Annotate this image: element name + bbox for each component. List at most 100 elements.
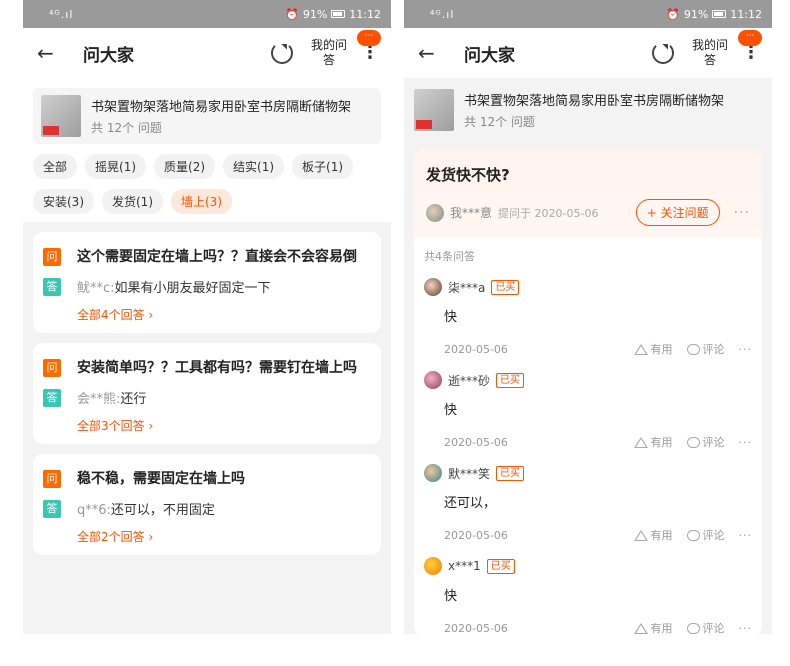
answer-user: 逝***砂	[448, 373, 491, 388]
comment-button[interactable]: 评论	[686, 341, 725, 357]
asker-avatar	[426, 203, 444, 222]
question-count: 共 12个 问题	[464, 115, 535, 129]
useful-button[interactable]: 有用	[633, 341, 673, 357]
tag-install[interactable]: 安装(3)	[33, 189, 94, 214]
question-detail: 发货快不快? 我***意 提问于 2020-05-06 + 关注问题 ···	[414, 148, 762, 238]
question-text: 稳不稳，需要固定在墙上吗	[77, 471, 245, 487]
answer-preview: 鱿**c:如果有小朋友最好固定一下	[77, 277, 271, 296]
answer-date: 2020-05-06	[444, 621, 508, 635]
useful-label: 有用	[650, 529, 673, 542]
user-avatar[interactable]	[424, 464, 442, 482]
comment-icon	[686, 343, 700, 355]
useful-button[interactable]: 有用	[633, 527, 673, 543]
signal-icon: ⁴ᴳ.ıl	[49, 7, 74, 21]
more-options-icon[interactable]: ···	[739, 622, 753, 635]
my-qa-button[interactable]: 我的问答	[311, 38, 347, 68]
answer-date: 2020-05-06	[444, 342, 508, 356]
tag-shipping[interactable]: 发货(1)	[102, 189, 163, 214]
page-title: 问大家	[464, 45, 515, 66]
tag-sturdy[interactable]: 结实(1)	[223, 154, 285, 179]
more-options-icon[interactable]: ···	[734, 205, 750, 221]
useful-label: 有用	[650, 622, 673, 634]
user-avatar[interactable]	[424, 557, 442, 575]
more-menu-icon[interactable]: ⋮	[361, 44, 379, 62]
product-header[interactable]: 书架置物架落地简易家用卧室书房隔断储物架 共 12个 问题	[23, 78, 391, 154]
clock: 11:12	[730, 7, 762, 21]
thumbs-up-icon	[633, 622, 648, 634]
useful-label: 有用	[650, 343, 673, 356]
question-card[interactable]: 问 这个需要固定在墙上吗？？直接会不会容易倒 答 鱿**c:如果有小朋友最好固定…	[33, 232, 381, 333]
more-options-icon[interactable]: ···	[739, 343, 753, 356]
product-card[interactable]: 书架置物架落地简易家用卧室书房隔断储物架 共 12个 问题	[404, 82, 772, 138]
product-name: 书架置物架落地简易家用卧室书房隔断储物架	[464, 94, 725, 109]
refresh-icon[interactable]	[271, 42, 293, 64]
bought-badge: 已买	[491, 279, 520, 295]
question-icon: 问	[43, 470, 61, 488]
thumbs-up-icon	[633, 343, 648, 355]
app-bar: ← 问大家 我的问答 ⋮ ···	[23, 28, 391, 78]
user-avatar[interactable]	[424, 278, 442, 296]
tag-shake[interactable]: 摇晃(1)	[85, 154, 147, 179]
back-arrow-icon[interactable]: ←	[418, 41, 446, 65]
answer-item: 默***笑 已买 还可以， 2020-05-06 有用 评论 ···	[424, 464, 752, 543]
comment-button[interactable]: 评论	[686, 434, 725, 450]
battery-percent: 91%	[683, 7, 709, 21]
product-name: 书架置物架落地简易家用卧室书房隔断储物架	[91, 100, 352, 115]
tag-board[interactable]: 板子(1)	[292, 154, 354, 179]
product-thumbnail	[41, 95, 81, 137]
comment-label: 评论	[702, 436, 725, 449]
notification-badge: ···	[357, 30, 381, 46]
comment-button[interactable]: 评论	[686, 527, 725, 543]
comment-button[interactable]: 评论	[686, 620, 725, 634]
answer-item: x***1 已买 快 2020-05-06 有用 评论 ···	[424, 557, 752, 634]
follow-question-button[interactable]: + 关注问题	[635, 199, 720, 226]
signal-icon: ⁴ᴳ.ıl	[430, 7, 455, 21]
useful-button[interactable]: 有用	[633, 434, 673, 450]
comment-icon	[686, 529, 700, 541]
answer-icon: 答	[43, 277, 61, 296]
answer-preview: q**6:还可以，不用固定	[77, 499, 215, 518]
page-title: 问大家	[83, 45, 134, 66]
clock: 11:12	[349, 7, 381, 21]
tag-all[interactable]: 全部	[33, 154, 78, 179]
question-card[interactable]: 问 稳不稳，需要固定在墙上吗 答 q**6:还可以，不用固定 全部2个回答 ›	[33, 454, 381, 555]
back-arrow-icon[interactable]: ←	[37, 41, 65, 65]
question-icon: 问	[43, 248, 61, 266]
my-qa-button[interactable]: 我的问答	[692, 38, 728, 68]
question-card[interactable]: 问 安装简单吗？？工具都有吗？需要钉在墙上吗 答 会**熊:还行 全部3个回答 …	[33, 343, 381, 444]
useful-button[interactable]: 有用	[633, 620, 673, 634]
answer-item: 柒***a 已买 快 2020-05-06 有用 评论 ···	[424, 278, 752, 357]
alarm-icon: ⏰	[666, 7, 680, 21]
status-bar: ⁴ᴳ.ıl ⏰ 91% 11:12	[23, 0, 391, 28]
answer-text: 还可以，	[444, 496, 497, 511]
comment-icon	[686, 436, 700, 448]
bought-badge: 已买	[496, 465, 525, 481]
question-text: 这个需要固定在墙上吗？？直接会不会容易倒	[77, 249, 357, 265]
all-answers-link[interactable]: 全部3个回答 ›	[77, 417, 371, 434]
tag-quality[interactable]: 质量(2)	[154, 154, 216, 179]
more-menu-icon[interactable]: ⋮	[742, 44, 760, 62]
tag-wall[interactable]: 墙上(3)	[171, 189, 232, 214]
product-header[interactable]: 书架置物架落地简易家用卧室书房隔断储物架 共 12个 问题	[404, 78, 772, 138]
refresh-icon[interactable]	[652, 42, 674, 64]
product-card[interactable]: 书架置物架落地简易家用卧室书房隔断储物架 共 12个 问题	[33, 88, 381, 144]
app-bar: ← 问大家 我的问答 ⋮ ···	[404, 28, 772, 78]
answer-user: x***1	[448, 559, 481, 573]
answer-icon: 答	[43, 388, 61, 407]
answer-text: 如果有小朋友最好固定一下	[114, 281, 271, 296]
answer-user: 鱿**c:	[77, 281, 115, 296]
more-options-icon[interactable]: ···	[739, 436, 753, 449]
user-avatar[interactable]	[424, 371, 442, 389]
all-answers-link[interactable]: 全部2个回答 ›	[77, 528, 371, 545]
battery-icon	[331, 10, 346, 18]
question-title: 发货快不快?	[426, 166, 510, 184]
ask-date: 提问于 2020-05-06	[498, 206, 599, 220]
battery-percent: 91%	[302, 7, 328, 21]
answer-user: q**6:	[77, 503, 111, 518]
more-options-icon[interactable]: ···	[739, 529, 753, 542]
filter-tags: 全部 摇晃(1) 质量(2) 结实(1) 板子(1) 安装(3) 发货(1) 墙…	[23, 154, 391, 222]
alarm-icon: ⏰	[285, 7, 299, 21]
all-answers-link[interactable]: 全部4个回答 ›	[77, 306, 371, 323]
comment-label: 评论	[702, 343, 725, 356]
bought-badge: 已买	[496, 372, 525, 388]
